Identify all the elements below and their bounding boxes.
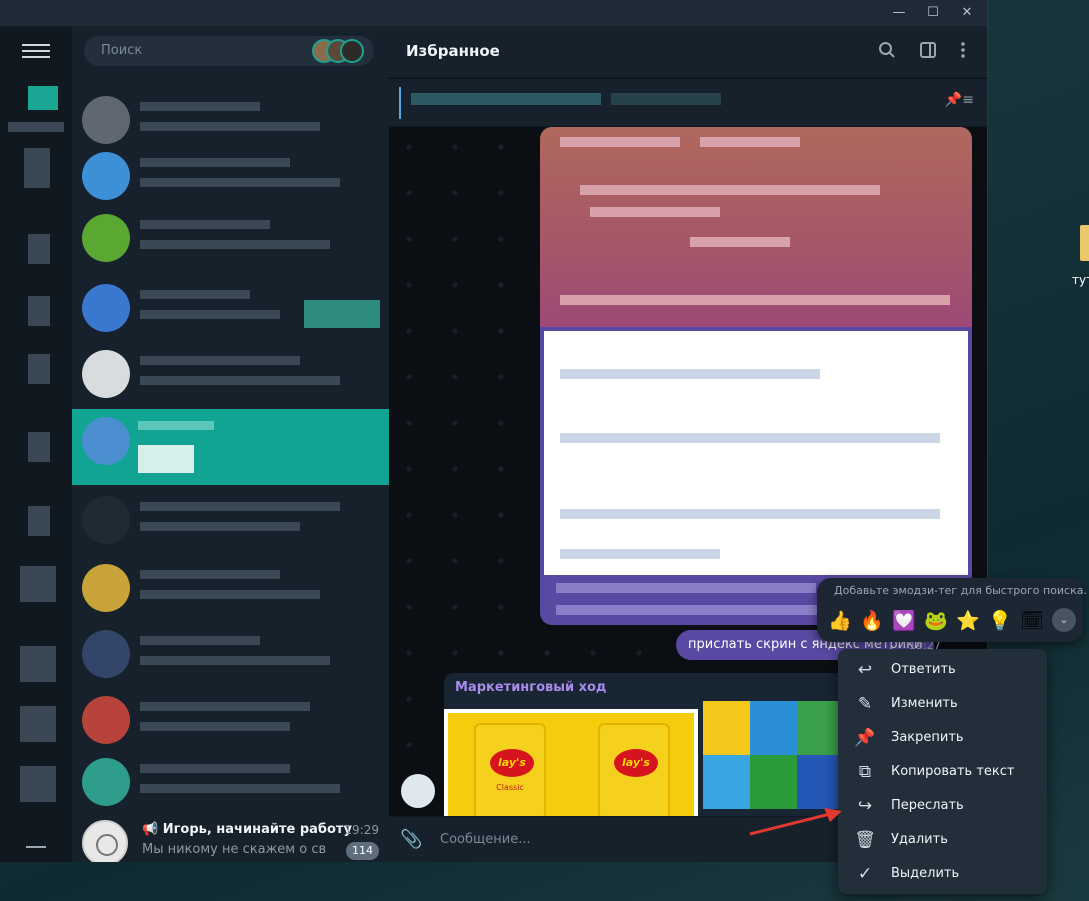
title-bar: — ☐ ✕ <box>0 0 987 26</box>
folder-item[interactable] <box>24 148 50 188</box>
chat-time: 19:29 <box>344 823 379 837</box>
chat-title[interactable]: Избранное <box>406 42 500 60</box>
message-input[interactable]: Сообщение... <box>440 832 531 847</box>
desktop-file-label: тут <box>1072 273 1089 287</box>
folder-item[interactable] <box>28 432 50 462</box>
avatar[interactable] <box>401 774 435 808</box>
chat-list-item[interactable] <box>72 342 389 408</box>
menu-item-pin[interactable]: 📌 Закрепить <box>838 721 1047 755</box>
blurred-content <box>540 127 972 327</box>
folder-item[interactable] <box>28 354 50 384</box>
folder-item[interactable] <box>28 234 50 264</box>
avatar <box>82 417 130 465</box>
annotation-arrow <box>749 808 842 836</box>
folder-item[interactable] <box>8 122 64 132</box>
folder-item[interactable] <box>28 506 50 536</box>
avatar <box>82 758 130 806</box>
avatar <box>82 496 130 544</box>
story-avatars[interactable] <box>312 39 368 63</box>
chat-list-item-selected[interactable] <box>72 409 389 485</box>
chat-list: Поиск 📢 Игорь, начинайте работу 19:29 Мы… <box>72 26 389 862</box>
folder-item[interactable] <box>20 646 56 682</box>
chat-list-item[interactable] <box>72 206 389 272</box>
reply-icon: ↩ <box>857 660 873 680</box>
chat-list-item[interactable]: 📢 Игорь, начинайте работу 19:29 Мы ником… <box>72 816 389 862</box>
menu-item-select[interactable]: ✓ Выделить <box>838 857 1047 891</box>
avatar <box>82 630 130 678</box>
avatar <box>82 152 130 200</box>
avatar <box>82 96 130 144</box>
more-menu-icon[interactable] <box>952 41 974 63</box>
avatar <box>82 284 130 332</box>
folder-item[interactable] <box>20 766 56 802</box>
forwarded-message-bubble[interactable] <box>540 127 972 625</box>
avatar <box>82 696 130 744</box>
maximize-button[interactable]: ☐ <box>922 4 944 22</box>
chat-list-item[interactable] <box>72 556 389 622</box>
expand-emoji-icon[interactable]: ⌄ <box>1052 608 1076 632</box>
menu-item-copy[interactable]: ⧉ Копировать текст <box>838 755 1047 789</box>
menu-item-reply[interactable]: ↩ Ответить <box>838 653 1047 687</box>
chat-preview: Мы никому не скажем о св <box>142 842 327 857</box>
post-title: Маркетинговый ход <box>455 680 607 695</box>
settings-folder-icon[interactable] <box>26 846 46 852</box>
avatar <box>82 564 130 612</box>
pin-icon: 📌 <box>854 728 876 748</box>
forwarded-post-card[interactable]: Маркетинговый ход lay's Classic lay's <box>444 673 844 826</box>
desktop-file-icon[interactable] <box>1080 225 1089 261</box>
emoji-calendar-icon[interactable]: 🗓 <box>1019 608 1045 634</box>
lays-logo: lay's <box>614 749 658 777</box>
folder-item[interactable] <box>20 706 56 742</box>
chat-list-item[interactable] <box>72 144 389 210</box>
avatar <box>82 350 130 398</box>
message-context-menu: ↩ Ответить ✎ Изменить 📌 Закрепить ⧉ Копи… <box>838 649 1047 894</box>
chat-list-item[interactable] <box>72 750 389 816</box>
chat-list-item[interactable] <box>72 488 389 554</box>
menu-item-forward[interactable]: ↪ Переслать <box>838 789 1047 823</box>
minimize-button[interactable]: — <box>888 4 910 22</box>
pinned-indicator <box>399 87 401 119</box>
avatar <box>82 820 128 862</box>
copy-icon: ⧉ <box>858 762 872 782</box>
emoji-tag-hint: Добавьте эмодзи-тег для быстрого поиска. <box>834 584 1087 597</box>
search-input[interactable]: Поиск <box>84 36 374 66</box>
chat-list-item[interactable] <box>72 276 389 342</box>
search-placeholder: Поиск <box>101 43 143 58</box>
menu-item-delete[interactable]: 🗑 Удалить <box>838 823 1047 857</box>
chat-title: 📢 Игорь, начинайте работу <box>142 822 352 837</box>
check-circle-icon: ✓ <box>857 864 873 884</box>
folder-rail <box>0 26 72 862</box>
folder-item[interactable] <box>28 296 50 326</box>
trash-icon: 🗑 <box>854 830 876 850</box>
menu-item-edit[interactable]: ✎ Изменить <box>838 687 1047 721</box>
close-button[interactable]: ✕ <box>956 4 978 22</box>
lays-logo: lay's <box>490 749 534 777</box>
unread-badge: 114 <box>346 842 379 860</box>
blurred-screenshot <box>544 331 968 575</box>
emoji-star-icon[interactable]: ⭐ <box>955 608 981 634</box>
emoji-heart-icon[interactable]: 💟 <box>891 608 917 634</box>
folder-item[interactable] <box>20 566 56 602</box>
emoji-fire-icon[interactable]: 🔥 <box>859 608 885 634</box>
emoji-tag-popup: Добавьте эмодзи-тег для быстрого поиска.… <box>817 578 1087 642</box>
emoji-bulb-icon[interactable]: 💡 <box>987 608 1013 634</box>
emoji-thumbs-up-icon[interactable]: 👍 <box>827 608 853 634</box>
pinned-message-bar[interactable]: 📌≡ <box>389 79 987 127</box>
lays-product-image[interactable]: lay's Classic lay's <box>444 709 698 826</box>
lays-variant: Classic <box>496 783 524 792</box>
pencil-icon: ✎ <box>857 694 873 714</box>
sidebar-toggle-icon[interactable] <box>917 41 939 63</box>
search-icon[interactable] <box>876 41 898 63</box>
forward-icon: ↪ <box>857 796 873 816</box>
chat-header: Избранное <box>389 26 987 78</box>
pinned-list-icon[interactable]: 📌≡ <box>945 92 974 108</box>
emoji-frog-icon[interactable]: 🐸 <box>923 608 949 634</box>
folder-item[interactable] <box>28 86 58 110</box>
chat-list-item[interactable] <box>72 622 389 688</box>
chat-list-item[interactable] <box>72 688 389 754</box>
hamburger-menu-icon[interactable] <box>22 40 50 62</box>
avatar <box>82 214 130 262</box>
attach-icon[interactable]: 📎 <box>400 829 422 850</box>
